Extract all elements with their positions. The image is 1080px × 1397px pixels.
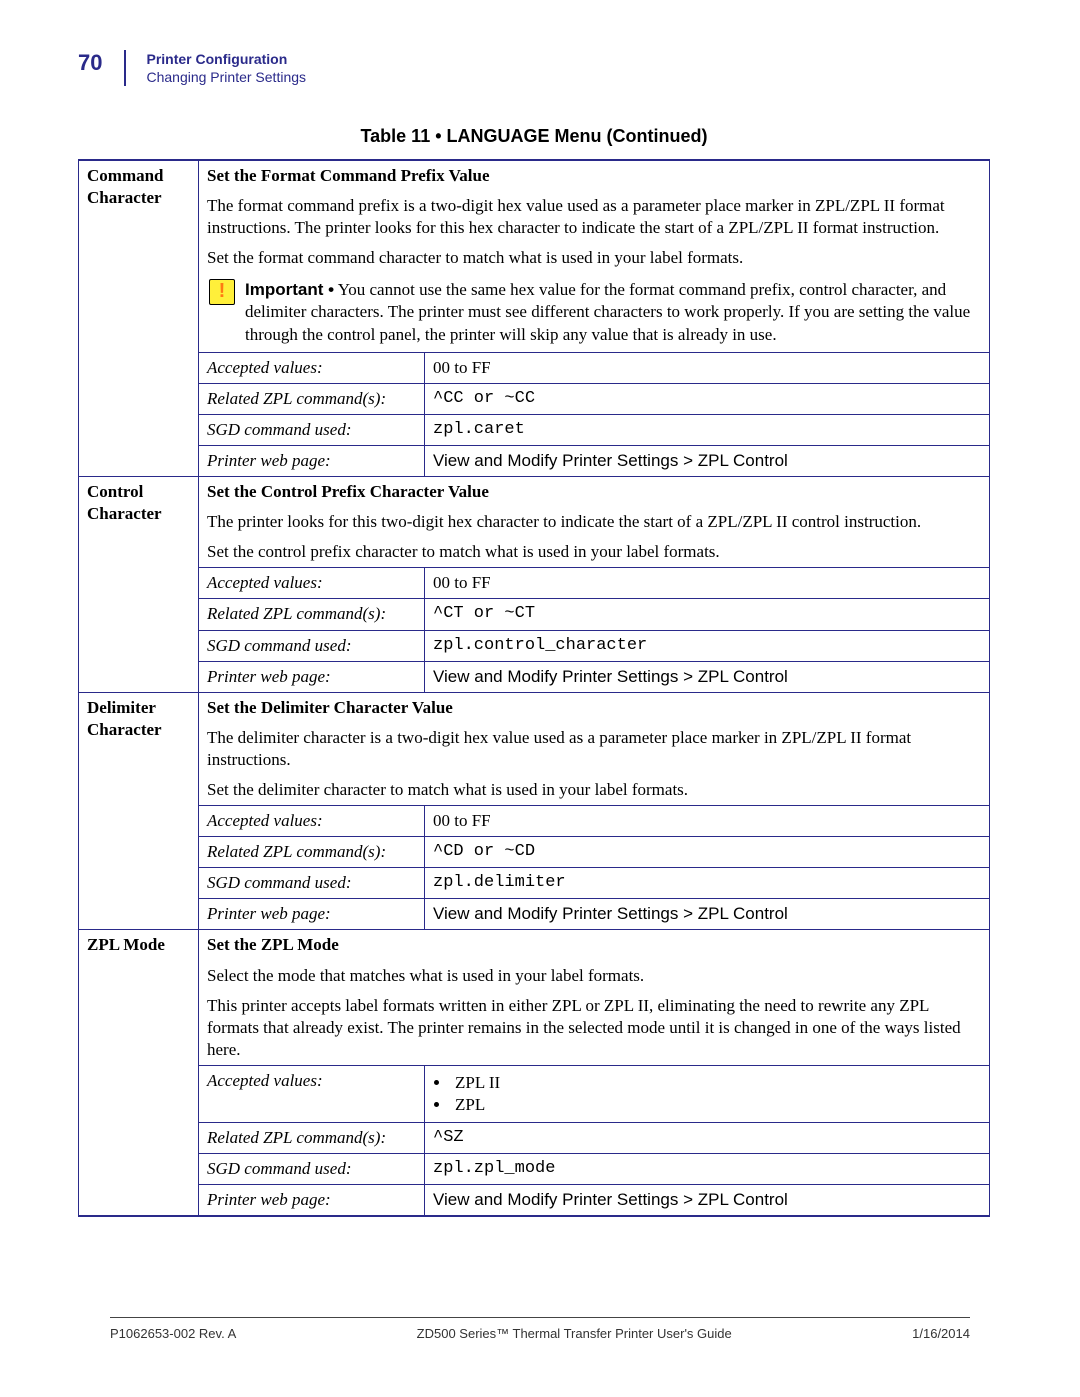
control-char-sgd: zpl.control_character	[425, 630, 990, 661]
zpl-mode-desc2: This printer accepts label formats writt…	[199, 991, 990, 1066]
running-header: 70 Printer Configuration Changing Printe…	[78, 50, 990, 86]
important-note: ! Important • You cannot use the same he…	[207, 277, 981, 347]
param-accepted: Accepted values:	[199, 352, 425, 383]
command-char-title: Set the Format Command Prefix Value	[207, 166, 490, 185]
header-divider	[124, 50, 126, 86]
zpl-mode-desc1: Select the mode that matches what is use…	[199, 961, 990, 991]
delimiter-zpl: ^CD or ~CD	[425, 837, 990, 868]
param-webpage: Printer web page:	[199, 445, 425, 476]
list-item: ZPL	[451, 1094, 981, 1116]
command-char-webpage: View and Modify Printer Settings > ZPL C…	[425, 445, 990, 476]
command-char-desc1: The format command prefix is a two-digit…	[199, 191, 990, 243]
row-label-zpl-mode: ZPL Mode	[79, 930, 199, 1216]
row-label-delimiter: Delimiter Character	[79, 692, 199, 930]
zpl-mode-zpl: ^SZ	[425, 1123, 990, 1154]
important-text: You cannot use the same hex value for th…	[245, 280, 970, 343]
delimiter-accepted: 00 to FF	[425, 806, 990, 837]
zpl-mode-sgd: zpl.zpl_mode	[425, 1154, 990, 1185]
control-char-webpage: View and Modify Printer Settings > ZPL C…	[425, 661, 990, 692]
zpl-mode-accepted: ZPL II ZPL	[425, 1065, 990, 1122]
control-char-zpl: ^CT or ~CT	[425, 599, 990, 630]
footer-center: ZD500 Series™ Thermal Transfer Printer U…	[417, 1326, 732, 1341]
table-caption: Table 11 • LANGUAGE Menu (Continued)	[78, 126, 990, 147]
subsection-title: Changing Printer Settings	[146, 68, 306, 86]
delimiter-title: Set the Delimiter Character Value	[207, 698, 453, 717]
command-char-desc2: Set the format command character to matc…	[199, 243, 990, 273]
control-char-desc2: Set the control prefix character to matc…	[199, 537, 990, 568]
param-accepted: Accepted values:	[199, 1065, 425, 1122]
command-char-sgd: zpl.caret	[425, 414, 990, 445]
control-char-accepted: 00 to FF	[425, 568, 990, 599]
param-accepted: Accepted values:	[199, 806, 425, 837]
control-char-title: Set the Control Prefix Character Value	[207, 482, 489, 501]
param-zpl: Related ZPL command(s):	[199, 1123, 425, 1154]
param-zpl: Related ZPL command(s):	[199, 599, 425, 630]
delimiter-desc1: The delimiter character is a two-digit h…	[199, 723, 990, 775]
control-char-desc1: The printer looks for this two-digit hex…	[199, 507, 990, 537]
footer-left: P1062653-002 Rev. A	[110, 1326, 236, 1341]
language-menu-table: Command Character Set the Format Command…	[78, 159, 990, 1217]
important-icon: !	[209, 279, 235, 305]
param-sgd: SGD command used:	[199, 1154, 425, 1185]
zpl-mode-webpage: View and Modify Printer Settings > ZPL C…	[425, 1185, 990, 1217]
page-footer: P1062653-002 Rev. A ZD500 Series™ Therma…	[110, 1317, 970, 1341]
delimiter-webpage: View and Modify Printer Settings > ZPL C…	[425, 899, 990, 930]
param-sgd: SGD command used:	[199, 630, 425, 661]
param-zpl: Related ZPL command(s):	[199, 383, 425, 414]
important-label: Important •	[245, 280, 334, 299]
section-title: Printer Configuration	[146, 50, 306, 68]
param-webpage: Printer web page:	[199, 1185, 425, 1217]
param-sgd: SGD command used:	[199, 414, 425, 445]
command-char-zpl: ^CC or ~CC	[425, 383, 990, 414]
param-accepted: Accepted values:	[199, 568, 425, 599]
param-zpl: Related ZPL command(s):	[199, 837, 425, 868]
param-webpage: Printer web page:	[199, 661, 425, 692]
command-char-accepted: 00 to FF	[425, 352, 990, 383]
zpl-mode-title: Set the ZPL Mode	[207, 935, 339, 954]
list-item: ZPL II	[451, 1072, 981, 1094]
param-sgd: SGD command used:	[199, 868, 425, 899]
footer-right: 1/16/2014	[912, 1326, 970, 1341]
row-label-control-character: Control Character	[79, 477, 199, 693]
param-webpage: Printer web page:	[199, 899, 425, 930]
page-number: 70	[78, 50, 112, 76]
row-label-command-character: Command Character	[79, 160, 199, 477]
delimiter-desc2: Set the delimiter character to match wha…	[199, 775, 990, 806]
delimiter-sgd: zpl.delimiter	[425, 868, 990, 899]
